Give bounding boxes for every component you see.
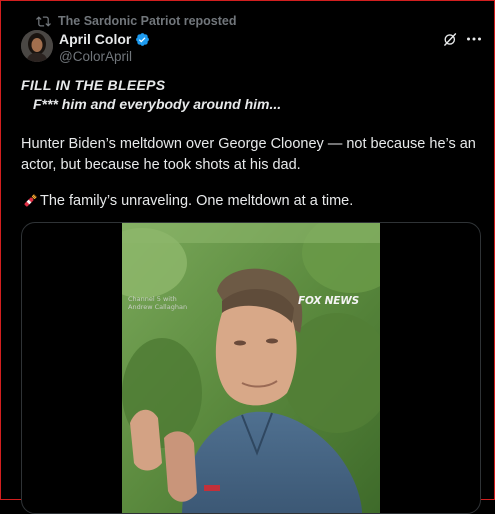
author-display-name[interactable]: April Color bbox=[59, 31, 131, 47]
more-icon[interactable] bbox=[466, 36, 482, 42]
firecracker-icon bbox=[24, 193, 37, 207]
grok-icon[interactable] bbox=[442, 31, 459, 48]
verified-badge-icon bbox=[136, 32, 150, 46]
fox-news-logo: FOX NEWS bbox=[298, 295, 359, 307]
post-bleep-title: FILL IN THE BLEEPS bbox=[21, 77, 166, 93]
video-watermark: Channel 5 with Andrew Callaghan bbox=[128, 295, 188, 311]
post-paragraph-2: The family’s unraveling. One meltdown at… bbox=[40, 193, 354, 209]
video-frame bbox=[122, 223, 380, 513]
avatar[interactable] bbox=[21, 30, 53, 62]
post-paragraph-2-row: The family’s unraveling. One meltdown at… bbox=[21, 191, 476, 212]
avatar-image bbox=[21, 30, 53, 62]
post-bleep-line: F*** him and everybody around him... bbox=[33, 96, 282, 112]
author-handle[interactable]: @ColorApril bbox=[59, 49, 150, 64]
video-card[interactable]: Channel 5 with Andrew Callaghan FOX NEWS bbox=[21, 222, 481, 514]
post-paragraph-1: Hunter Biden’s meltdown over George Cloo… bbox=[21, 136, 476, 173]
repost-icon bbox=[36, 15, 51, 27]
author-block[interactable]: April Color @ColorApril bbox=[59, 31, 150, 64]
video-player[interactable]: Channel 5 with Andrew Callaghan FOX NEWS bbox=[122, 223, 380, 513]
repost-indicator[interactable]: The Sardonic Patriot reposted bbox=[36, 12, 237, 30]
repost-text: The Sardonic Patriot reposted bbox=[58, 14, 237, 28]
